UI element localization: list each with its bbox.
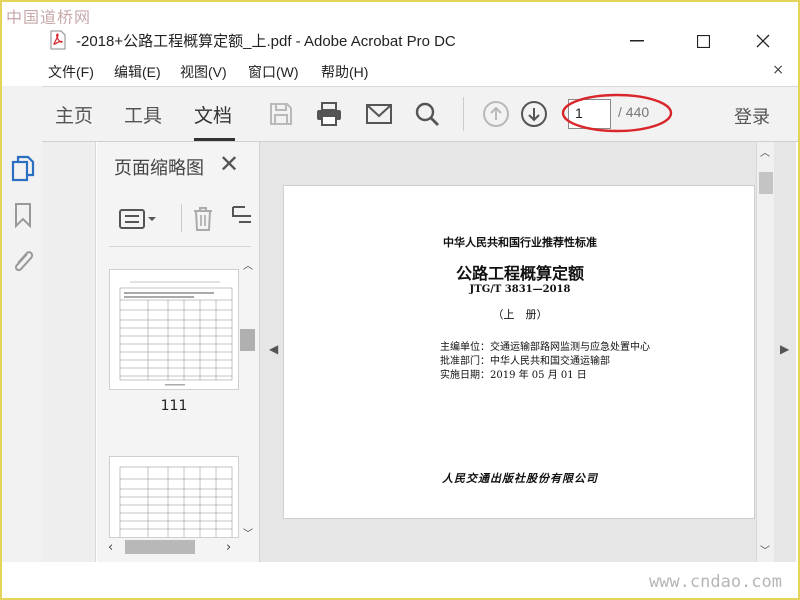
watermark-bottom: www.cndao.com bbox=[648, 572, 782, 592]
close-window-button[interactable] bbox=[740, 26, 786, 56]
page-thumbnail[interactable] bbox=[109, 269, 239, 390]
document-viewport[interactable]: ◀ 中华人民共和国行业推荐性标准 公路工程概算定额 JTG/T 3831—201… bbox=[260, 142, 796, 562]
doc-title: 公路工程概算定额 bbox=[455, 264, 584, 283]
thumbnail-vertical-scrollbar[interactable]: ︿ ﹀ bbox=[240, 255, 255, 540]
doc-approver: 批准部门：中华人民共和国交通运输部 bbox=[440, 356, 610, 367]
menu-bar: 文件(F) 编辑(E) 视图(V) 窗口(W) 帮助(H) × bbox=[2, 58, 798, 84]
tab-tools[interactable]: 工具 bbox=[124, 101, 162, 128]
doc-date: 实施日期：2019 年 05 月 01 日 bbox=[440, 370, 587, 381]
tab-home[interactable]: 主页 bbox=[55, 101, 93, 128]
email-icon[interactable] bbox=[364, 99, 394, 129]
previous-page-arrow-icon[interactable]: ◀ bbox=[269, 342, 278, 356]
doc-publisher: 人民交通出版社股份有限公司 bbox=[442, 472, 598, 485]
panel-toolbar-separator bbox=[181, 204, 182, 232]
search-icon[interactable] bbox=[412, 99, 442, 129]
window-title: -2018+公路工程概算定额_上.pdf - Adobe Acrobat Pro… bbox=[76, 33, 456, 50]
navigation-pane-rail bbox=[11, 142, 96, 562]
bookmark-icon[interactable] bbox=[10, 200, 36, 230]
menu-file[interactable]: 文件(F) bbox=[48, 62, 94, 82]
maximize-button[interactable] bbox=[680, 26, 726, 56]
doc-volume: （上 册） bbox=[492, 308, 548, 321]
thumbnail-page-label: 111 bbox=[160, 398, 188, 414]
tab-document[interactable]: 文档 bbox=[194, 101, 232, 128]
insert-page-icon[interactable] bbox=[231, 204, 251, 232]
scroll-up-arrow-icon[interactable]: ︿ bbox=[243, 257, 253, 272]
menu-edit[interactable]: 编辑(E) bbox=[114, 62, 161, 82]
toolbar-separator bbox=[463, 97, 464, 131]
scroll-left-arrow-icon[interactable]: ‹ bbox=[108, 540, 113, 555]
pdf-file-icon bbox=[50, 30, 66, 50]
doc-standard-type: 中华人民共和国行业推荐性标准 bbox=[443, 236, 597, 249]
document-vertical-scrollbar[interactable]: ︿ ﹀ bbox=[756, 142, 774, 562]
doc-scroll-thumb[interactable] bbox=[759, 172, 773, 194]
pdf-page: 中华人民共和国行业推荐性标准 公路工程概算定额 JTG/T 3831—2018 … bbox=[283, 185, 755, 519]
vertical-scroll-thumb[interactable] bbox=[240, 329, 255, 351]
highlight-ellipse bbox=[561, 93, 673, 133]
delete-page-icon[interactable] bbox=[191, 205, 215, 237]
scroll-right-arrow-icon[interactable]: › bbox=[226, 540, 231, 555]
horizontal-scroll-thumb[interactable] bbox=[125, 540, 195, 554]
doc-editor: 主编单位：交通运输部路网监测与应急处置中心 bbox=[440, 342, 650, 353]
doc-scroll-up-arrow-icon[interactable]: ︿ bbox=[760, 144, 770, 159]
close-document-button[interactable]: × bbox=[772, 62, 784, 78]
thumbnail-horizontal-scrollbar[interactable]: ‹ › bbox=[102, 538, 252, 556]
menu-help[interactable]: 帮助(H) bbox=[321, 62, 368, 82]
page-up-icon[interactable] bbox=[481, 99, 511, 129]
window-frame: 中国道桥网 -2018+公路工程概算定额_上.pdf - Adobe Acrob… bbox=[0, 0, 800, 600]
login-button[interactable]: 登录 bbox=[734, 103, 770, 129]
panel-separator bbox=[109, 246, 251, 247]
page-down-icon[interactable] bbox=[519, 99, 549, 129]
title-bar: -2018+公路工程概算定额_上.pdf - Adobe Acrobat Pro… bbox=[2, 24, 798, 58]
toolbar: 主页 工具 文档 1 / 440 登录 bbox=[42, 86, 798, 142]
close-panel-button[interactable]: ✕ bbox=[219, 150, 239, 178]
menu-window[interactable]: 窗口(W) bbox=[248, 62, 299, 82]
page-thumbnail[interactable] bbox=[109, 456, 239, 538]
save-icon[interactable] bbox=[266, 99, 296, 129]
doc-scroll-down-arrow-icon[interactable]: ﹀ bbox=[760, 542, 770, 557]
thumbnail-panel: 页面缩略图 ✕ 111 ︿ ﹀ ‹ › bbox=[97, 142, 260, 562]
doc-code: JTG/T 3831—2018 bbox=[469, 284, 571, 295]
panel-title: 页面缩略图 bbox=[114, 158, 204, 179]
minimize-button[interactable] bbox=[614, 26, 660, 56]
attachment-icon[interactable] bbox=[10, 246, 36, 276]
next-page-arrow-icon[interactable]: ▶ bbox=[780, 342, 789, 356]
page-thumbnails-icon[interactable] bbox=[10, 154, 36, 184]
menu-view[interactable]: 视图(V) bbox=[180, 62, 227, 82]
active-tab-indicator bbox=[194, 138, 235, 141]
print-icon[interactable] bbox=[314, 99, 344, 129]
options-menu-icon[interactable] bbox=[119, 208, 159, 234]
